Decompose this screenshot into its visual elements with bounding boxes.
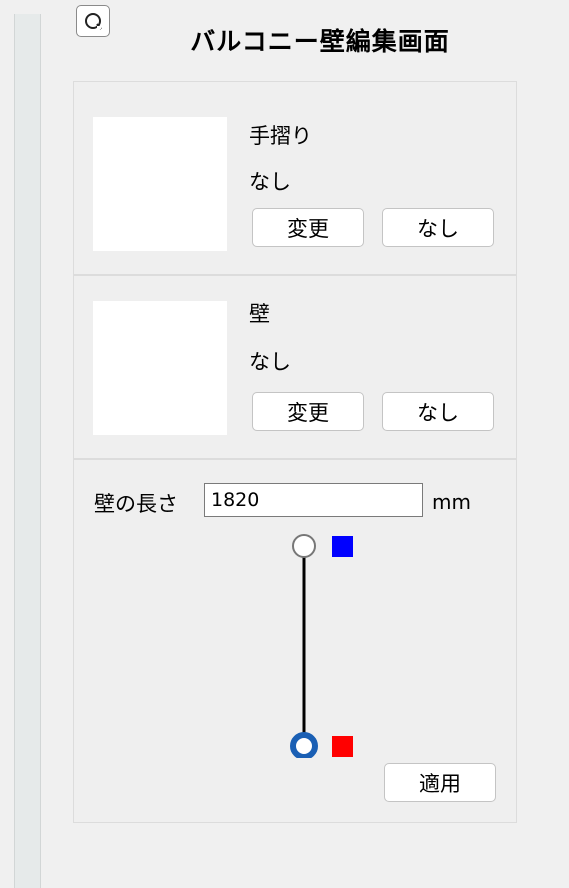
railing-none-button[interactable]: なし <box>382 208 494 247</box>
railing-value: なし <box>249 170 291 194</box>
balcony-wall-editor: バルコニー壁編集画面 手摺り なし 変更 なし 壁 なし 変更 なし 壁の長さ … <box>0 0 569 888</box>
refresh-button[interactable] <box>76 5 110 37</box>
railing-label: 手摺り <box>249 124 312 148</box>
wall-diagram <box>290 534 353 758</box>
wall-length-label: 壁の長さ <box>94 492 178 516</box>
wall-start-marker <box>332 536 353 557</box>
wall-label: 壁 <box>249 302 270 326</box>
page-title: バルコニー壁編集画面 <box>190 27 450 56</box>
wall-start-handle[interactable] <box>292 534 316 558</box>
wall-length-input[interactable] <box>204 483 423 517</box>
wall-length-unit: mm <box>432 490 471 514</box>
railing-panel: 手摺り なし 変更 なし <box>73 81 517 275</box>
railing-thumbnail <box>93 117 227 251</box>
wall-end-handle[interactable] <box>290 732 318 758</box>
wall-thumbnail <box>93 301 227 435</box>
apply-button[interactable]: 適用 <box>384 763 496 802</box>
window-edge <box>0 0 14 888</box>
wall-length-panel: 壁の長さ mm 適用 <box>73 459 517 823</box>
refresh-icon <box>85 13 102 30</box>
wall-panel: 壁 なし 変更 なし <box>73 275 517 459</box>
wall-value: なし <box>249 350 291 374</box>
railing-change-button[interactable]: 変更 <box>252 208 364 247</box>
side-scroll-rail[interactable] <box>14 14 41 888</box>
wall-none-button[interactable]: なし <box>382 392 494 431</box>
wall-end-marker <box>332 736 353 757</box>
wall-change-button[interactable]: 変更 <box>252 392 364 431</box>
